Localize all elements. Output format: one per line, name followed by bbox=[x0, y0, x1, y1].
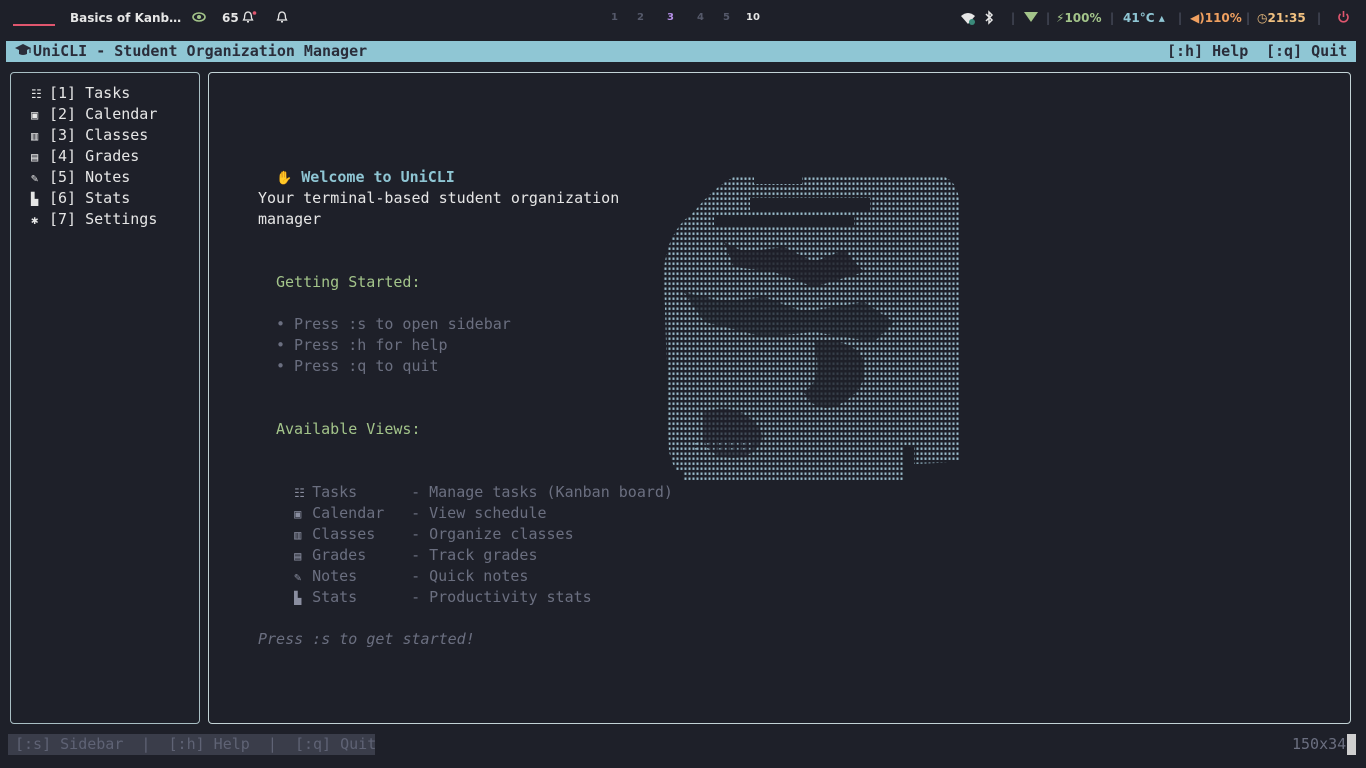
gear-icon: ✱ bbox=[31, 213, 39, 227]
volume-level: 110% bbox=[1204, 11, 1242, 25]
tagline: Your terminal-based student organization bbox=[258, 189, 620, 207]
tagline-continued: manager bbox=[258, 210, 322, 228]
get-started-prompt: Press :s to get started! bbox=[258, 630, 475, 648]
sidebar-item-key: [3] bbox=[49, 126, 77, 144]
clock-icon: ◷ bbox=[1257, 11, 1268, 25]
sidebar-item-key: [1] bbox=[49, 84, 77, 102]
power-icon[interactable] bbox=[1337, 10, 1350, 27]
sidebar-item-stats[interactable]: ▙ [6] Stats bbox=[31, 188, 130, 209]
launcher-indicator[interactable] bbox=[13, 24, 55, 26]
view-description: - Productivity stats bbox=[411, 588, 592, 606]
sidebar-item-label: Notes bbox=[85, 168, 131, 186]
sidebar-item-notes[interactable]: ✎ [5] Notes bbox=[31, 167, 130, 188]
sidebar-item-label: Tasks bbox=[85, 84, 131, 102]
view-name: Stats bbox=[312, 588, 358, 606]
books-icon: ▥ bbox=[31, 129, 39, 143]
keybinding-hints: [:s] Sidebar | [:h] Help | [:q] Quit bbox=[8, 734, 376, 755]
bell-off-icon[interactable] bbox=[275, 10, 289, 27]
getting-started-heading: Getting Started: bbox=[276, 273, 421, 291]
help-hint[interactable]: [:h] Help bbox=[1167, 42, 1248, 60]
wifi-icon[interactable] bbox=[960, 11, 976, 28]
sidebar-item-key: [4] bbox=[49, 147, 77, 165]
getting-started-item: • Press :h for help bbox=[276, 336, 448, 354]
gradebook-icon: ▤ bbox=[31, 150, 39, 164]
welcome-heading: ✋ Welcome to UniCLI bbox=[258, 146, 455, 186]
view-row-stats: ▙ Stats - Productivity stats bbox=[276, 566, 592, 606]
battery-status: ⚡100% bbox=[1056, 11, 1102, 25]
flame-icon: ▴ bbox=[1158, 11, 1165, 25]
signal-icon bbox=[1024, 11, 1038, 26]
sidebar-item-tasks[interactable]: ☷ [1] Tasks bbox=[31, 83, 130, 104]
sidebar-item-key: [6] bbox=[49, 189, 77, 207]
sidebar-item-key: [2] bbox=[49, 105, 77, 123]
welcome-text: Welcome to UniCLI bbox=[301, 168, 455, 186]
sidebar-item-grades[interactable]: ▤ [4] Grades bbox=[31, 146, 139, 167]
sidebar-item-label: Stats bbox=[85, 189, 131, 207]
volume-status[interactable]: ◀)110% bbox=[1190, 11, 1242, 25]
available-views-heading: Available Views: bbox=[276, 420, 421, 438]
cpu-temperature: 41°C ▴ bbox=[1123, 11, 1165, 25]
clock[interactable]: ◷21:35 bbox=[1257, 11, 1306, 25]
sidebar-item-calendar[interactable]: ▣ [2] Calendar bbox=[31, 104, 157, 125]
workspace-4[interactable]: 4 bbox=[697, 12, 704, 23]
system-status-bar: Basics of Kanb… 65 1 2 3 4 5 10 | | ⚡100… bbox=[0, 0, 1366, 36]
sidebar-item-classes[interactable]: ▥ [3] Classes bbox=[31, 125, 148, 146]
notes-icon: ✎ bbox=[31, 171, 39, 185]
bar-chart-icon: ▙ bbox=[31, 192, 39, 206]
getting-started-item: • Press :q to quit bbox=[276, 357, 439, 375]
app-title-bar: UniCLI - Student Organization Manager [:… bbox=[6, 41, 1356, 62]
bell-icon[interactable] bbox=[242, 10, 258, 27]
sidebar-item-label: Grades bbox=[85, 147, 140, 165]
workspace-3[interactable]: 3 bbox=[667, 12, 674, 23]
bottom-status-bar: [:s] Sidebar | [:h] Help | [:q] Quit 150… bbox=[0, 734, 1366, 756]
sidebar-item-label: Calendar bbox=[85, 105, 158, 123]
bluetooth-icon[interactable] bbox=[984, 10, 994, 28]
bar-chart-icon: ▙ bbox=[294, 591, 302, 605]
view-row-grades: ▤ Grades - Track grades bbox=[276, 524, 537, 564]
clock-time: 21:35 bbox=[1267, 11, 1306, 25]
active-window-title[interactable]: Basics of Kanb… bbox=[70, 11, 181, 25]
view-row-notes: ✎ Notes - Quick notes bbox=[276, 545, 528, 585]
temperature-value: 41°C bbox=[1123, 11, 1155, 25]
notification-count: 65 bbox=[222, 11, 239, 25]
eye-icon[interactable] bbox=[192, 10, 206, 27]
ascii-art-logo bbox=[664, 172, 962, 482]
view-row-calendar: ▣ Calendar - View schedule bbox=[276, 482, 546, 522]
sidebar-item-label: Settings bbox=[85, 210, 158, 228]
sidebar-item-label: Classes bbox=[85, 126, 149, 144]
workspace-10[interactable]: 10 bbox=[746, 12, 760, 23]
getting-started-item: • Press :s to open sidebar bbox=[276, 315, 511, 333]
workspace-2[interactable]: 2 bbox=[637, 12, 644, 23]
quit-hint[interactable]: [:q] Quit bbox=[1266, 42, 1347, 60]
checklist-icon: ☷ bbox=[31, 87, 42, 101]
graduation-cap-icon bbox=[14, 42, 32, 62]
view-row-classes: ▥ Classes - Organize classes bbox=[276, 503, 574, 543]
speaker-icon: ◀) bbox=[1190, 11, 1205, 25]
sidebar-item-key: [5] bbox=[49, 168, 77, 186]
view-row-tasks: ☷ Tasks - Manage tasks (Kanban board) bbox=[276, 461, 673, 501]
sidebar-item-key: [7] bbox=[49, 210, 77, 228]
calendar-icon: ▣ bbox=[31, 108, 39, 122]
sidebar: ☷ [1] Tasks ▣ [2] Calendar ▥ [3] Classes ▤ [… bbox=[10, 72, 200, 724]
workspace-5[interactable]: 5 bbox=[723, 12, 730, 23]
app-title: UniCLI - Student Organization Manager bbox=[33, 42, 368, 60]
terminal-size: 150x34 bbox=[1292, 735, 1347, 753]
workspace-1[interactable]: 1 bbox=[611, 12, 618, 23]
sidebar-item-settings[interactable]: ✱ [7] Settings bbox=[31, 209, 157, 230]
waving-hand-icon: ✋ bbox=[276, 171, 293, 186]
battery-level: 100% bbox=[1064, 11, 1102, 25]
terminal-cursor bbox=[1347, 734, 1356, 755]
